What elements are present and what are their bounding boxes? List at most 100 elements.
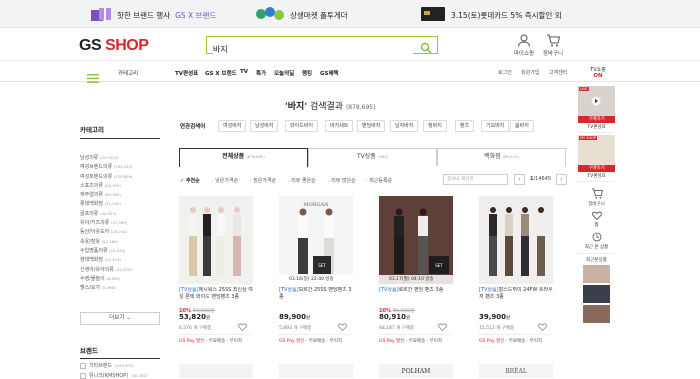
next-page-button[interactable]: › [556,174,567,185]
sidebar-category-item[interactable]: 골프의류 (44,923) [80,209,160,218]
product-title[interactable]: [TV상품]로르간 밴딩 팬츠 3종 [379,287,453,306]
hamburger-icon[interactable] [87,68,99,87]
signup-link[interactable]: 회원가입 [521,69,539,76]
related-keyword-chip[interactable]: 여성바지 [218,120,247,132]
sidebar-category-item[interactable]: 여성트렌드의류 (120,839) [80,172,160,181]
nav-item-ranking[interactable]: 랭킹 [302,69,312,77]
sidebar-category-item[interactable]: 캐주얼의류 (60,365) [80,190,160,199]
checkbox[interactable] [80,362,86,369]
sidebar-category-item[interactable]: 신생아/유아의류 (12,240) [80,265,160,274]
more-categories-button[interactable]: 더보기 ⌄ [80,312,160,325]
sidebar-category-item[interactable]: 현대백화점 (15,443) [80,255,160,264]
result-search-input[interactable]: 결과내 재검색 [443,174,508,185]
heart-icon[interactable] [538,323,547,333]
sort-newest[interactable]: · 최근등록순 [366,177,392,184]
recent-product-thumb[interactable] [583,305,610,323]
search-input[interactable] [213,42,413,57]
myshop-widget[interactable]: MY SHOP 구매하기 TV편성표 [578,135,615,182]
sort-review-many[interactable]: · 리뷰 많은순 [328,177,356,184]
clock-icon [592,232,601,242]
tab-all[interactable]: 전체상품 (878,695) [179,148,308,167]
live-thumbnail[interactable]: LIVE [578,86,615,116]
heart-icon[interactable] [438,323,447,333]
product-card[interactable]: [TV상품]찰스드뷔이 24FW 트라우저 팬츠 3종 39,900원 15,5… [479,196,553,344]
sort-low-price[interactable]: · 낮은가격순 [212,177,238,184]
related-keyword-chip[interactable]: 남자바지 [390,120,419,132]
product-card[interactable] [179,364,253,378]
search-icon[interactable] [420,39,432,58]
customer-center-link[interactable]: 고객센터 [549,69,567,76]
product-image[interactable] [179,196,253,284]
sidebar-category-item[interactable]: 남성의류 (223,023) [80,153,160,162]
heart-icon[interactable] [238,323,247,333]
product-image[interactable] [479,196,553,284]
product-card[interactable]: BRÉAL [479,364,553,378]
sidebar-category-item[interactable]: 스포츠의류 (94,795) [80,181,160,190]
product-card[interactable]: POLHAM [379,364,453,378]
sidebar-category-item[interactable]: 헬스/요가 (5,360) [80,283,160,292]
sidebar-category-item[interactable]: 롯데백화점 (51,295) [80,199,160,208]
category-name: 현대백화점 [80,257,104,264]
sort-review-good[interactable]: · 리뷰 좋은순 [288,177,316,184]
cart-button[interactable]: 장바구니 [538,34,568,57]
sidebar-category-item[interactable]: 수영/물놀이 (6,890) [80,274,160,283]
related-keyword-chip[interactable]: 와이드바지 [285,120,319,132]
product-title[interactable]: [TV상품]찰스드뷔이 24FW 트라우저 팬츠 3종 [479,287,553,306]
tv-live-badge[interactable]: TV쇼핑 ON [588,66,608,79]
tab-department[interactable]: 백화점 (69,974) [437,148,566,166]
related-keyword-chip[interactable]: 팬츠 [455,120,475,132]
nav-item-schedule[interactable]: TV편성표 [175,69,198,77]
category-name: 스포츠의류 [80,182,104,189]
gs-shop-logo[interactable]: GS SHOP [79,37,149,55]
related-keyword-chip[interactable]: 기모바지 [481,120,510,132]
sidebar-category-item[interactable]: 등산/아웃도어 (25,204) [80,227,160,236]
product-card[interactable]: MORGAN SET 03.16(일) 22:40 방송 [TV상품]모르간 2… [279,196,353,344]
category-menu[interactable]: 카테고리 [118,69,138,77]
recent-product-thumb[interactable] [583,265,610,283]
sort-high-price[interactable]: · 높은가격순 [250,177,276,184]
side-cart-button[interactable]: 장바구니 [578,188,615,207]
sort-recommend[interactable]: ✓ 추천순 [180,177,200,184]
mypage-button[interactable]: 마이쇼핑 [509,34,539,57]
live-widget[interactable]: LIVE 구매하기 TV편성표 [578,86,615,133]
myshop-buy-button[interactable]: 구매하기 [578,165,615,172]
related-keyword-chip[interactable]: 봄바지 [510,120,534,132]
product-title[interactable]: [TV상품]모르간 25SS 밴딩팬츠 3종 [279,287,353,306]
side-wish-button[interactable]: 찜 [578,211,615,228]
live-buy-button[interactable]: 구매하기 [578,116,615,123]
sidebar-category-item[interactable]: 수입명품의류 (20,529) [80,246,160,255]
nav-item-gsxbrand[interactable]: GS X 브랜드 [205,69,237,77]
brand-filter-item[interactable]: 기타브랜드 (108,303) [80,362,134,369]
related-keyword-chip[interactable]: 밴딩바지 [357,120,386,132]
broadcast-time: 03.16(일) 22:40 방송 [289,277,334,282]
tab-tv[interactable]: TV상품 (361) [308,148,437,166]
login-link[interactable]: 로그인 [498,69,512,76]
sidebar-category-item[interactable]: 여성브랜드의류 (195,253) [80,162,160,171]
side-recent-button[interactable]: 최근 본 상품 [578,232,615,254]
product-title[interactable]: [TV상품]에시워스 25SS 최신상 여성 론테 와이드 밴딩팬츠 3종 [179,287,253,306]
recent-product-thumb[interactable] [583,285,610,303]
product-image[interactable]: MORGAN SET 03.16(일) 22:40 방송 [279,196,353,284]
nav-item-benefit[interactable]: GS혜택 [320,69,339,77]
search-box[interactable] [206,36,438,57]
product-card[interactable]: [TV상품]에시워스 25SS 최신상 여성 론테 와이드 밴딩팬츠 3종 10… [179,196,253,344]
related-keyword-chip[interactable]: 남성바지 [250,120,279,132]
recent-products: 최근본상품 [578,257,615,323]
product-image[interactable]: SET 03.17(월) 04:10 방송 [379,196,453,284]
product-price: 80,910원 [379,313,411,321]
product-card[interactable]: SET 03.17(월) 04:10 방송 [TV상품]로르간 밴딩 팬츠 3종… [379,196,453,344]
sidebar-category-item[interactable]: 유아/키즈의류 (43,393) [80,218,160,227]
banner-item-market[interactable]: 상생마켓 폴투게더 [255,6,348,24]
prev-page-button[interactable]: ‹ [514,174,525,185]
nav-item-todaydeal[interactable]: 오늘의딜 [274,69,294,77]
nav-item-tv[interactable]: TV [240,69,248,75]
heart-icon[interactable] [338,323,347,333]
banner-item-card[interactable]: 3.15(토)롯데카드 5% 즉시할인 외 [420,6,562,24]
sidebar-category-item[interactable]: 속옷/잠옷 (22,289) [80,237,160,246]
banner-item-brand[interactable]: 핫한 브랜드 행사 GS X 브랜드 [90,6,216,24]
related-keyword-chip[interactable]: 청바지 [423,120,447,132]
product-card[interactable] [279,364,353,378]
nav-item-special[interactable]: 특가 [256,69,266,77]
related-keyword-chip[interactable]: 바지세트 [325,120,354,132]
myshop-thumbnail[interactable]: MY SHOP [578,135,615,165]
